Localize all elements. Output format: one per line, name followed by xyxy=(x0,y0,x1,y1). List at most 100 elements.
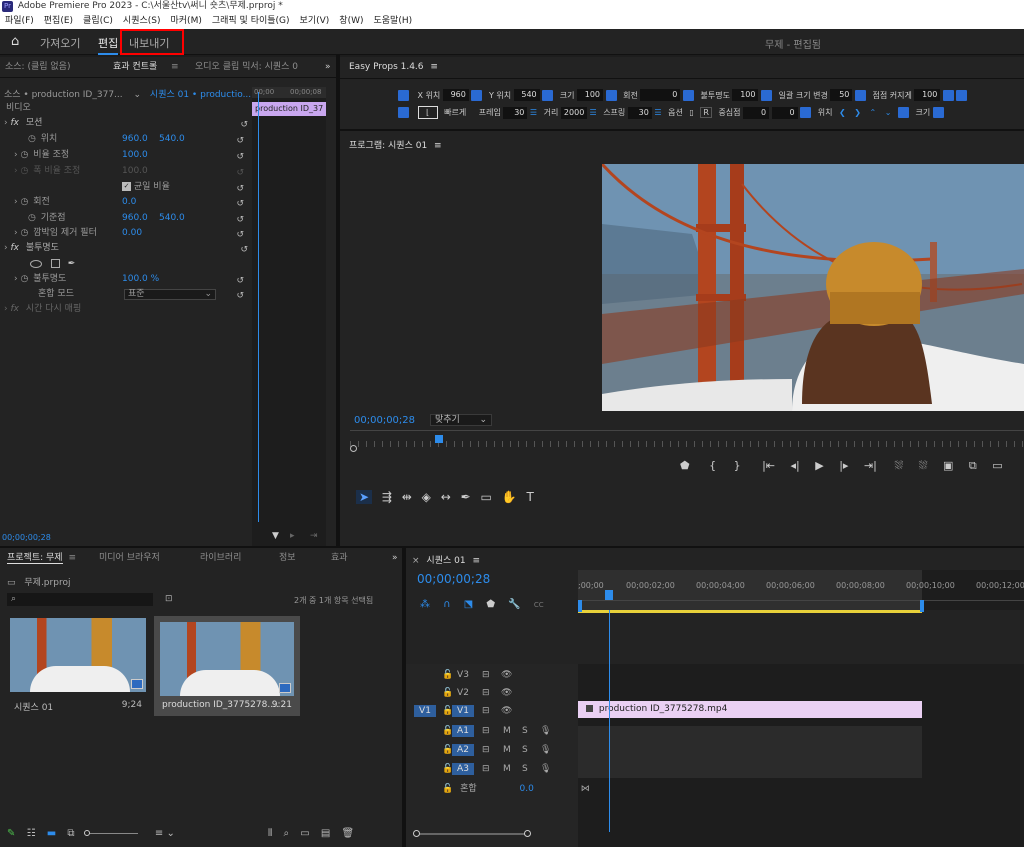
sync-lock-icon[interactable]: ⊟ xyxy=(482,684,490,702)
safe-margins-icon[interactable]: ▭ xyxy=(992,459,1002,472)
mini-clip[interactable]: production ID_37 xyxy=(252,102,326,116)
opacity-input[interactable]: 100 xyxy=(732,89,759,101)
effect-timecode[interactable]: 00;00;00;28 xyxy=(2,533,51,542)
home-icon[interactable]: ⌂ xyxy=(11,34,19,49)
grow-apply-icon[interactable] xyxy=(942,89,954,101)
ripple-edit-tool-icon[interactable]: ⇹ xyxy=(402,490,412,504)
scroll-handle-right[interactable] xyxy=(524,830,531,837)
rotation-value[interactable]: 0.0 xyxy=(122,195,136,210)
automate-icon[interactable]: ⫴ xyxy=(268,828,272,839)
pen-mask-icon[interactable]: ✒ xyxy=(68,259,76,269)
reset-icon[interactable]: ↺ xyxy=(236,197,244,212)
list-icon[interactable]: ☰ xyxy=(654,108,661,117)
time-ruler[interactable]: ;00;00 00;00;02;00 00;00;04;00 00;00;06;00 0… xyxy=(578,570,1024,613)
ellipse-mask-icon[interactable] xyxy=(30,259,42,268)
solo-button[interactable]: S xyxy=(522,722,528,740)
eye-icon[interactable]: 👁 xyxy=(501,666,512,684)
menu-item[interactable]: 시퀀스(S) xyxy=(118,13,166,29)
ruler-end-circle[interactable] xyxy=(350,445,357,452)
scroll-handle-left[interactable] xyxy=(413,830,420,837)
track-label[interactable]: V3 xyxy=(452,669,474,681)
playhead-marker-icon[interactable] xyxy=(435,435,443,443)
batch-scale-input[interactable]: 50 xyxy=(830,89,853,101)
track-header[interactable]: V1 🔓 V1 ⊟ 👁 xyxy=(406,702,578,720)
x-position-input[interactable]: 960 xyxy=(442,89,469,101)
size-apply-icon[interactable] xyxy=(932,107,944,118)
arrow-up-icon[interactable]: ⌃ xyxy=(870,108,877,117)
shrink-apply-icon[interactable] xyxy=(956,89,968,101)
sync-lock-icon[interactable]: ⊟ xyxy=(482,722,490,740)
export-frame-icon[interactable]: ▣ xyxy=(943,459,953,472)
track-header[interactable]: 🔓 A1 ⊟ M S 🎙 xyxy=(406,722,578,740)
timeline-clip[interactable]: production ID_3775278.mp4 xyxy=(578,701,922,718)
reset-position-icon[interactable] xyxy=(398,89,409,101)
arrow-right-icon[interactable]: ❯ xyxy=(854,108,861,117)
checkbox-icon[interactable]: ✓ xyxy=(122,182,131,191)
chevron-down-icon[interactable]: ⌄ xyxy=(166,828,174,839)
opacity-group-row[interactable]: › fx 불투명도 ↺ xyxy=(4,241,254,256)
mix-value[interactable]: 0.0 xyxy=(520,784,534,794)
sync-lock-icon[interactable]: ⊟ xyxy=(482,702,490,720)
sync-lock-icon[interactable]: ⊟ xyxy=(482,760,490,778)
r-button[interactable]: R xyxy=(700,107,712,118)
slip-tool-icon[interactable]: ↔ xyxy=(441,490,451,504)
slider-handle[interactable] xyxy=(83,829,90,836)
tab-effect-controls[interactable]: 효과 컨트롤 xyxy=(113,57,158,78)
center-x-input[interactable]: 0 xyxy=(743,106,770,119)
reset-icon[interactable]: ↺ xyxy=(236,150,244,165)
fit-select[interactable]: 맞추기 ⌄ xyxy=(430,414,492,426)
solo-button[interactable]: S xyxy=(522,741,528,759)
solo-button[interactable]: S xyxy=(522,760,528,778)
reset-rotation-icon[interactable] xyxy=(682,89,694,101)
panel-menu-icon[interactable]: ≡ xyxy=(68,553,76,563)
menu-item[interactable]: 편집(E) xyxy=(39,13,78,29)
mute-button[interactable]: M xyxy=(503,722,511,740)
scale-value[interactable]: 100.0 xyxy=(122,148,148,163)
track-label[interactable]: A3 xyxy=(452,763,474,775)
menu-item[interactable]: 그래픽 및 타이틀(G) xyxy=(207,13,295,29)
chevron-down-icon[interactable]: ⌄ xyxy=(134,90,142,100)
find-icon[interactable]: ⌕ xyxy=(283,828,289,839)
pencil-icon[interactable]: ✎ xyxy=(7,828,15,839)
track-header[interactable]: 🔓 A2 ⊟ M S 🎙 xyxy=(406,741,578,759)
menu-item[interactable]: 창(W) xyxy=(334,13,368,29)
track-select-tool-icon[interactable]: ⇶ xyxy=(382,490,392,504)
icon-view-icon[interactable]: ▬ xyxy=(47,828,56,839)
lock-icon[interactable]: 🔓 xyxy=(442,784,453,794)
captions-icon[interactable]: CC xyxy=(534,601,544,609)
wrench-icon[interactable]: 🔧 xyxy=(508,599,520,610)
selection-tool-icon[interactable]: ➤ xyxy=(356,490,373,504)
trash-icon[interactable] xyxy=(398,107,409,118)
eye-icon[interactable]: 👁 xyxy=(501,702,512,720)
step-back-icon[interactable]: ◂| xyxy=(791,459,800,472)
center-apply-icon[interactable] xyxy=(800,107,812,118)
tab-media-browser[interactable]: 미디어 브라우저 xyxy=(99,548,160,568)
timeline-scrollbar[interactable] xyxy=(413,830,531,837)
tab-effects[interactable]: 효과 xyxy=(331,548,348,568)
reset-x-icon[interactable] xyxy=(471,89,483,101)
out-point-marker[interactable] xyxy=(920,600,924,612)
time-remap-row[interactable]: › fx 시간 다시 매핑 xyxy=(4,302,254,317)
hand-tool-icon[interactable]: ✋ xyxy=(502,490,517,504)
reset-icon[interactable]: ↺ xyxy=(240,243,248,258)
playhead-marker-icon[interactable] xyxy=(605,590,613,600)
tab-import[interactable]: 가져오기 xyxy=(40,35,80,51)
grow-input[interactable]: 100 xyxy=(914,89,941,101)
fit-icon[interactable] xyxy=(854,89,866,101)
list-view-icon[interactable]: ☷ xyxy=(27,828,36,839)
nest-icon[interactable]: ⁂ xyxy=(420,599,430,610)
menu-item[interactable]: 도움말(H) xyxy=(369,13,418,29)
timeline-timecode[interactable]: 00;00;00;28 xyxy=(417,572,490,586)
panel-menu-icon[interactable]: ≡ xyxy=(472,556,480,566)
zoom-slider[interactable] xyxy=(83,829,138,836)
reset-icon[interactable]: ↺ xyxy=(236,134,244,149)
flicker-value[interactable]: 0.00 xyxy=(122,226,142,241)
track-label[interactable]: V2 xyxy=(452,687,474,699)
linked-selection-icon[interactable]: ⬔ xyxy=(464,599,473,610)
reset-opacity-icon[interactable] xyxy=(761,89,773,101)
microphone-icon[interactable]: 🎙 xyxy=(540,741,551,759)
new-bin-icon[interactable]: ⊡ xyxy=(165,594,173,604)
reset-size-icon[interactable] xyxy=(605,89,617,101)
mute-button[interactable]: M xyxy=(503,741,511,759)
microphone-icon[interactable]: 🎙 xyxy=(540,722,551,740)
